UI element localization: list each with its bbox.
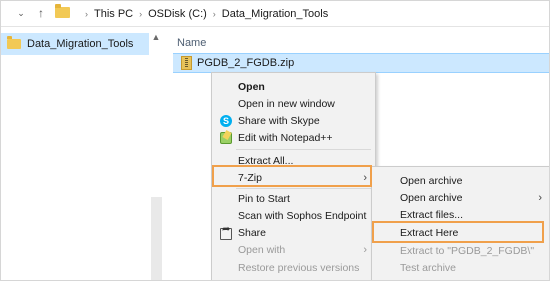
menu-item-label: Open: [238, 80, 265, 93]
scrollbar[interactable]: [151, 197, 162, 280]
folder-icon: [7, 36, 21, 49]
menu-item-restore-previous-versions[interactable]: Restore previous versions: [212, 259, 375, 276]
chevron-right-icon: ›: [363, 243, 367, 256]
menu-item-label: Pin to Start: [238, 192, 290, 205]
highlight-extract-here: [372, 221, 544, 243]
chevron-right-icon[interactable]: ›: [213, 9, 216, 19]
menu-separator: [236, 188, 371, 189]
menu-item-label: Open archive: [400, 174, 463, 187]
menu-item-open[interactable]: Open: [212, 78, 375, 95]
menu-item-label: Test archive: [400, 261, 457, 274]
menu-item-open-archive[interactable]: Open archive: [372, 172, 549, 189]
file-name: PGDB_2_FGDB.zip: [197, 57, 295, 69]
navigation-pane: Data_Migration_Tools ▲: [1, 27, 163, 280]
breadcrumb-osdisk[interactable]: OSDisk (C:): [148, 8, 207, 20]
menu-item-scan-with-sophos[interactable]: Scan with Sophos Endpoint: [212, 207, 375, 224]
chevron-right-icon: ›: [538, 191, 542, 204]
menu-item-label: Open with: [238, 243, 286, 256]
address-bar: ⌄ ↑ › This PC › OSDisk (C:) › Data_Migra…: [1, 1, 549, 27]
menu-item-label: Share with Skype: [238, 114, 320, 127]
menu-item-test-archive[interactable]: Test archive: [372, 259, 549, 276]
menu-item-edit-with-notepad[interactable]: Edit with Notepad++: [212, 129, 375, 146]
folder-icon: [55, 4, 70, 18]
menu-item-open-new-window[interactable]: Open in new window: [212, 95, 375, 112]
menu-item-label: Open archive: [400, 191, 463, 204]
menu-item-open-with[interactable]: Open with ›: [212, 241, 375, 258]
menu-item-share[interactable]: Share: [212, 224, 375, 241]
menu-item-label: Extract files...: [400, 208, 464, 221]
menu-item-extract-to[interactable]: Extract to "PGDB_2_FGDB\": [372, 242, 549, 259]
chevron-right-icon[interactable]: ›: [139, 9, 142, 19]
column-header-name[interactable]: Name: [177, 37, 206, 49]
share-icon: [220, 224, 232, 240]
menu-item-share-with-skype[interactable]: S Share with Skype: [212, 112, 375, 129]
file-row[interactable]: PGDB_2_FGDB.zip: [173, 53, 549, 73]
up-arrow-icon[interactable]: ↑: [33, 5, 49, 21]
nav-item-data-migration-tools[interactable]: Data_Migration_Tools: [1, 33, 149, 55]
menu-item-label: Edit with Notepad++: [238, 131, 333, 144]
file-explorer-window: ⌄ ↑ › This PC › OSDisk (C:) › Data_Migra…: [0, 0, 550, 281]
menu-item-open-archive-submenu[interactable]: Open archive ›: [372, 189, 549, 206]
menu-item-label: Share: [238, 226, 267, 239]
breadcrumb-this-pc[interactable]: This PC: [94, 8, 133, 20]
recent-locations-dropdown-icon[interactable]: ⌄: [13, 5, 29, 21]
menu-item-label: Extract to "PGDB_2_FGDB\": [400, 244, 535, 257]
menu-separator: [236, 149, 371, 150]
skype-icon: S: [220, 114, 232, 127]
menu-item-label: Restore previous versions: [238, 261, 360, 274]
chevron-right-icon[interactable]: ›: [85, 9, 88, 19]
nav-item-label: Data_Migration_Tools: [27, 38, 134, 50]
breadcrumb-data-migration-tools[interactable]: Data_Migration_Tools: [222, 8, 328, 20]
menu-item-pin-to-start[interactable]: Pin to Start: [212, 190, 375, 207]
highlight-7zip: [212, 165, 372, 187]
zip-folder-icon: [181, 56, 192, 70]
breadcrumb: › This PC › OSDisk (C:) › Data_Migration…: [79, 7, 328, 21]
menu-item-label: Open in new window: [238, 97, 335, 110]
scroll-up-arrow-icon[interactable]: ▲: [150, 31, 162, 43]
notepad-plus-plus-icon: [220, 131, 232, 144]
menu-item-label: Scan with Sophos Endpoint: [238, 209, 367, 222]
